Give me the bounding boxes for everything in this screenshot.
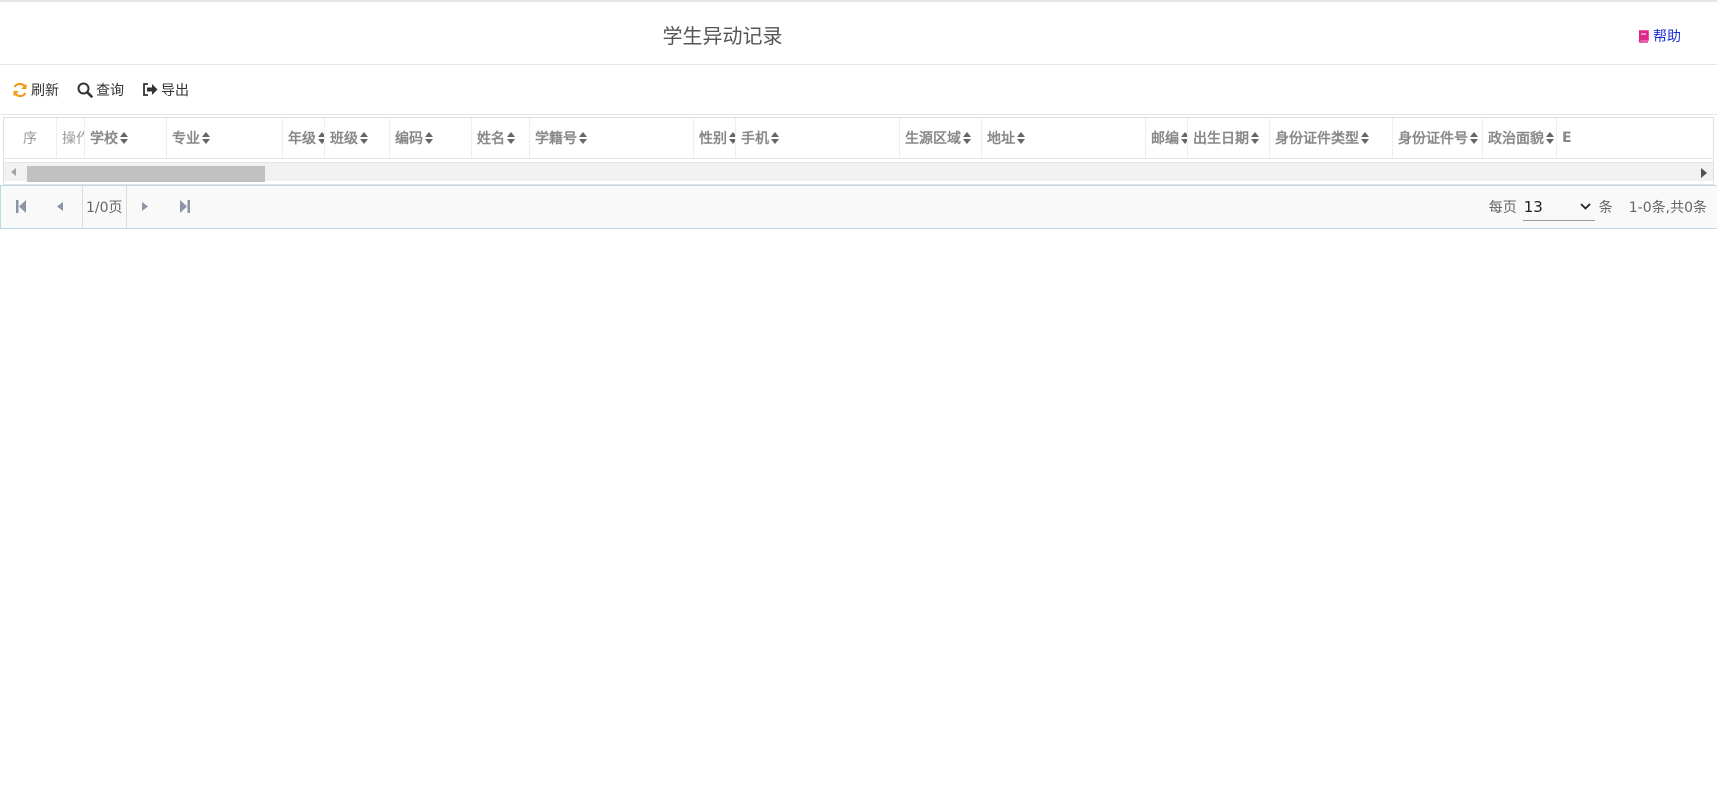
- column-header-student-id[interactable]: 学籍号: [530, 118, 694, 158]
- total-records-text: 1-0条,共0条: [1628, 200, 1707, 216]
- column-header-actions: 操作: [57, 118, 85, 158]
- column-header-class[interactable]: 班级: [325, 118, 390, 158]
- sort-icon[interactable]: [507, 132, 515, 144]
- pagination-bar: 1/0页 每页 13 条 1-0条,共0条: [0, 185, 1717, 229]
- sort-icon[interactable]: [579, 132, 587, 144]
- scrollbar-thumb[interactable]: [27, 166, 265, 182]
- per-page-label: 每页: [1488, 200, 1517, 216]
- refresh-label: 刷新: [31, 82, 59, 99]
- column-header-name[interactable]: 姓名: [472, 118, 530, 158]
- sort-icon[interactable]: [425, 132, 433, 144]
- column-header-id-number[interactable]: 身份证件号: [1393, 118, 1483, 158]
- grid-header: 序 操作 学校 专业 年级 班级 编码 姓名 学籍号 性别 手机: [4, 118, 1713, 159]
- column-header-political-status[interactable]: 政治面貌: [1483, 118, 1557, 158]
- page-info: 1/0页: [82, 186, 127, 228]
- export-icon: [143, 83, 158, 96]
- sort-icon[interactable]: [729, 132, 736, 144]
- column-header-code[interactable]: 编码: [390, 118, 472, 158]
- column-header-school[interactable]: 学校: [85, 118, 167, 158]
- query-button[interactable]: 查询: [77, 80, 124, 100]
- sort-icon[interactable]: [120, 132, 128, 144]
- column-header-phone[interactable]: 手机: [736, 118, 900, 158]
- help-link[interactable]: 帮助: [1637, 26, 1681, 46]
- title-bar: 学生异动记录 帮助: [0, 2, 1717, 65]
- sort-icon[interactable]: [1361, 132, 1369, 144]
- column-header-gender[interactable]: 性别: [694, 118, 736, 158]
- next-page-icon[interactable]: [142, 202, 148, 211]
- sort-icon[interactable]: [963, 132, 971, 144]
- first-page-icon[interactable]: [16, 200, 26, 213]
- chevron-down-icon: [1580, 203, 1591, 210]
- column-header-grade[interactable]: 年级: [283, 118, 325, 158]
- refresh-icon: [13, 82, 27, 97]
- search-icon: [77, 82, 93, 98]
- help-label: 帮助: [1653, 29, 1681, 45]
- refresh-button[interactable]: 刷新: [12, 80, 59, 100]
- column-header-origin-region[interactable]: 生源区域: [900, 118, 982, 158]
- sort-icon[interactable]: [1470, 132, 1478, 144]
- pager-right: 每页 13 条 1-0条,共0条: [1489, 186, 1707, 228]
- prev-page-icon[interactable]: [57, 202, 63, 211]
- sort-icon[interactable]: [1251, 132, 1259, 144]
- sort-icon[interactable]: [318, 132, 325, 144]
- column-header-index: 序: [4, 118, 57, 158]
- sort-icon[interactable]: [360, 132, 368, 144]
- sort-icon[interactable]: [202, 132, 210, 144]
- toolbar: 刷新 查询 导出: [0, 65, 1717, 115]
- column-header-birth-date[interactable]: 出生日期: [1188, 118, 1270, 158]
- page-info-text: 1/0页: [86, 200, 123, 216]
- column-header-postcode[interactable]: 邮编: [1146, 118, 1188, 158]
- scroll-right-arrow-icon[interactable]: [1701, 168, 1707, 178]
- per-page-unit: 条: [1598, 200, 1613, 216]
- per-page-value: 13: [1523, 197, 1543, 216]
- column-header-address[interactable]: 地址: [982, 118, 1146, 158]
- sort-icon[interactable]: [1546, 132, 1554, 144]
- per-page-select[interactable]: 13: [1522, 193, 1595, 221]
- sort-icon[interactable]: [1017, 132, 1025, 144]
- sort-icon[interactable]: [771, 132, 779, 144]
- last-page-icon[interactable]: [180, 200, 190, 213]
- column-header-major[interactable]: 专业: [167, 118, 283, 158]
- query-label: 查询: [96, 82, 124, 99]
- sort-icon[interactable]: [1181, 132, 1188, 144]
- column-header-overflow[interactable]: E: [1557, 118, 1597, 158]
- data-grid: 序 操作 学校 专业 年级 班级 编码 姓名 学籍号 性别 手机: [3, 117, 1714, 185]
- column-header-id-type[interactable]: 身份证件类型: [1270, 118, 1393, 158]
- export-label: 导出: [161, 82, 189, 99]
- horizontal-scrollbar[interactable]: [4, 162, 1713, 182]
- page-title: 学生异动记录: [662, 24, 783, 48]
- book-icon: [1638, 29, 1649, 43]
- export-button[interactable]: 导出: [142, 80, 189, 100]
- scroll-left-arrow-icon[interactable]: [11, 168, 16, 176]
